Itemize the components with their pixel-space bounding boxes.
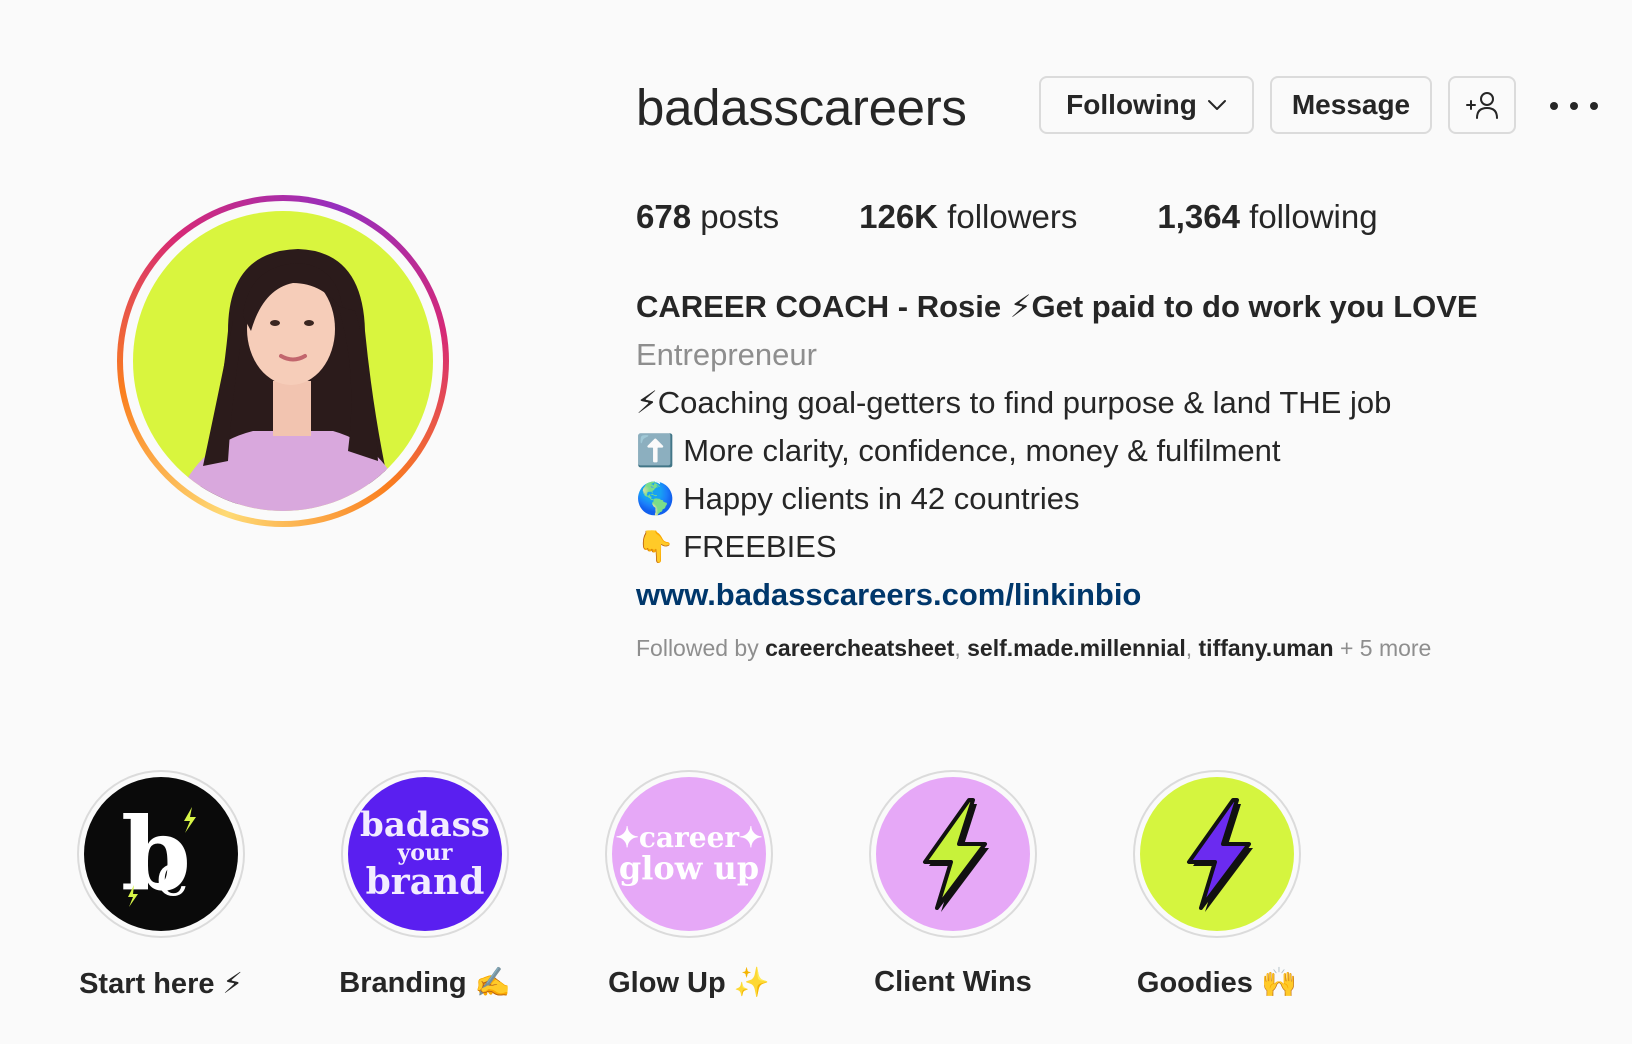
avatar[interactable] bbox=[133, 211, 433, 511]
highlight-ring bbox=[1133, 770, 1301, 938]
message-button[interactable]: Message bbox=[1270, 76, 1432, 134]
highlight-label: Branding ✍️ bbox=[339, 967, 511, 999]
highlight-cover-text: ✦career✦ glow up bbox=[615, 821, 763, 887]
followed-by[interactable]: Followed by careercheatsheet, self.made.… bbox=[636, 635, 1596, 662]
profile-bio: CAREER COACH - Rosie ⚡Get paid to do wor… bbox=[636, 283, 1596, 662]
avatar-gap bbox=[123, 201, 443, 521]
lightning-bolt-icon bbox=[1187, 798, 1253, 912]
following-count: 1,364 bbox=[1157, 198, 1240, 235]
bio-line: ⚡Coaching goal-getters to find purpose &… bbox=[636, 385, 1392, 420]
highlight-ring: ✦career✦ glow up bbox=[605, 770, 773, 938]
posts-stat: 678 posts bbox=[636, 198, 779, 236]
story-highlight[interactable]: Goodies 🙌 bbox=[1097, 770, 1337, 1000]
posts-label: posts bbox=[700, 198, 780, 235]
chevron-down-icon bbox=[1207, 100, 1226, 110]
message-button-label: Message bbox=[1291, 89, 1411, 120]
posts-count: 678 bbox=[636, 198, 692, 235]
highlight-label: Glow Up ✨ bbox=[608, 967, 770, 999]
profile-stats: 678 posts 126K followers 1,364 following bbox=[636, 198, 1458, 236]
lightning-bolt-icon bbox=[923, 798, 989, 912]
more-options-icon[interactable] bbox=[1550, 88, 1598, 124]
story-highlight[interactable]: ✦career✦ glow up Glow Up ✨ bbox=[569, 770, 809, 1000]
followed-by-more: + 5 more bbox=[1339, 635, 1432, 661]
bio-line: 👇 FREEBIES bbox=[636, 529, 837, 564]
followers-stat[interactable]: 126K followers bbox=[859, 198, 1077, 236]
highlight-cover: b c bbox=[84, 777, 238, 931]
highlight-ring bbox=[869, 770, 1037, 938]
following-button[interactable]: Following bbox=[1039, 76, 1254, 134]
followed-by-account: careercheatsheet bbox=[765, 635, 955, 661]
add-user-icon bbox=[1466, 92, 1498, 119]
dot bbox=[1550, 102, 1558, 110]
followed-by-account: self.made.millennial bbox=[967, 635, 1186, 661]
bio-category: Entrepreneur bbox=[636, 337, 817, 372]
bio-full-name: CAREER COACH - Rosie ⚡Get paid to do wor… bbox=[636, 289, 1478, 324]
highlight-label: Start here ⚡ bbox=[79, 968, 243, 1000]
highlight-cover bbox=[1140, 777, 1294, 931]
following-button-label: Following bbox=[1066, 89, 1197, 120]
followers-label: followers bbox=[947, 198, 1078, 235]
bc-logo-icon: b c bbox=[121, 795, 196, 913]
bio-website-link[interactable]: www.badasscareers.com/linkinbio bbox=[636, 571, 1596, 619]
followed-by-prefix: Followed by bbox=[636, 635, 759, 661]
avatar-image bbox=[133, 211, 433, 511]
bio-line: ⬆️ More clarity, confidence, money & ful… bbox=[636, 433, 1281, 468]
story-highlight[interactable]: badass your brand Branding ✍️ bbox=[305, 770, 545, 1000]
story-highlight[interactable]: b c Start here ⚡ bbox=[41, 770, 281, 1001]
profile-username: badasscareers bbox=[636, 79, 967, 136]
svg-text:c: c bbox=[156, 841, 188, 909]
highlight-cover-text: badass your brand bbox=[360, 805, 490, 903]
dot bbox=[1590, 102, 1598, 110]
highlight-cover: badass your brand bbox=[348, 777, 502, 931]
highlight-cover bbox=[876, 777, 1030, 931]
story-highlight[interactable]: Client Wins bbox=[833, 770, 1073, 999]
profile-avatar-story-ring[interactable] bbox=[117, 195, 449, 527]
highlight-ring: b c bbox=[77, 770, 245, 938]
highlight-ring: badass your brand bbox=[341, 770, 509, 938]
followers-count: 126K bbox=[859, 198, 938, 235]
dot bbox=[1570, 102, 1578, 110]
bio-line: 🌎 Happy clients in 42 countries bbox=[636, 481, 1080, 516]
highlight-cover: ✦career✦ glow up bbox=[612, 777, 766, 931]
suggested-users-button[interactable] bbox=[1448, 76, 1516, 134]
following-label: following bbox=[1249, 198, 1378, 235]
followed-by-account: tiffany.uman bbox=[1198, 635, 1334, 661]
following-stat[interactable]: 1,364 following bbox=[1157, 198, 1377, 236]
highlight-label: Goodies 🙌 bbox=[1136, 967, 1298, 999]
highlight-label: Client Wins bbox=[874, 966, 1032, 998]
